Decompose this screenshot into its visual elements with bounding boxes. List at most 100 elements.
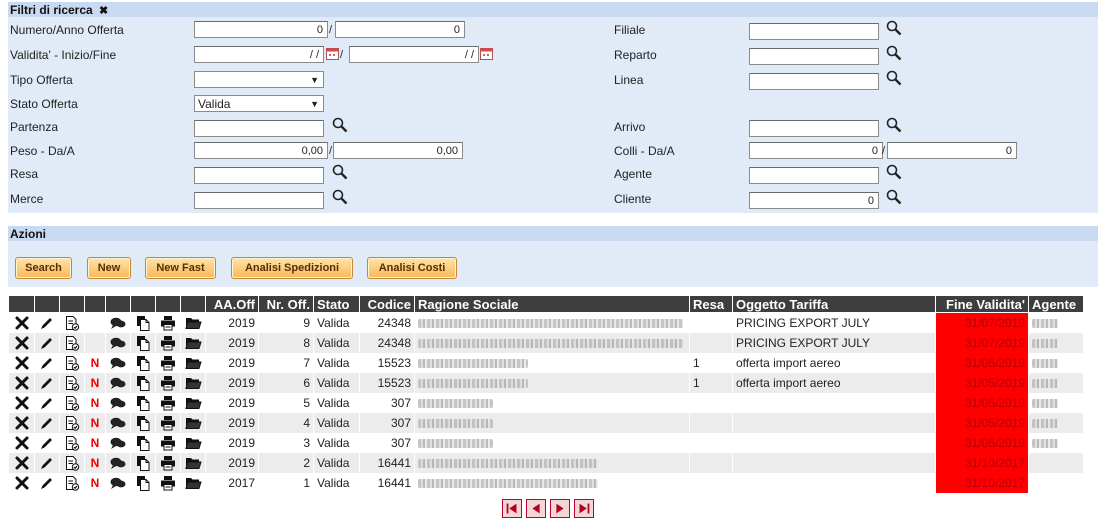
header-resa[interactable]: Resa (689, 295, 733, 313)
header-ragione-sociale[interactable]: Ragione Sociale (414, 295, 690, 313)
delete-icon[interactable] (14, 415, 30, 431)
document-check-icon[interactable] (64, 335, 80, 351)
numero-input[interactable]: 0 (194, 21, 328, 38)
folder-cell[interactable] (180, 332, 206, 353)
calendar-icon[interactable] (480, 47, 493, 60)
search-icon[interactable] (332, 117, 348, 133)
print-cell[interactable] (155, 472, 181, 493)
comments-cell[interactable] (105, 392, 131, 413)
document-check-icon[interactable] (64, 375, 80, 391)
edit-pencil-cell[interactable] (34, 452, 60, 473)
copy-icon[interactable] (135, 335, 151, 351)
print-cell[interactable] (155, 432, 181, 453)
colli-from-input[interactable]: 0 (749, 142, 883, 159)
print-cell[interactable] (155, 412, 181, 433)
document-check-cell[interactable] (59, 372, 85, 393)
folder-cell[interactable] (180, 432, 206, 453)
document-check-cell[interactable] (59, 312, 85, 333)
delete-cell[interactable] (8, 332, 35, 353)
copy-icon[interactable] (135, 355, 151, 371)
edit-pencil-cell[interactable] (34, 472, 60, 493)
delete-icon[interactable] (14, 475, 30, 491)
folder-cell[interactable] (180, 372, 206, 393)
document-check-cell[interactable] (59, 392, 85, 413)
edit-pencil-icon[interactable] (39, 455, 55, 471)
copy-cell[interactable] (130, 332, 156, 353)
document-check-icon[interactable] (64, 435, 80, 451)
copy-cell[interactable] (130, 372, 156, 393)
copy-cell[interactable] (130, 412, 156, 433)
copy-icon[interactable] (135, 415, 151, 431)
table-row[interactable]: N 2019 3 Valida 307 31/05/2019 (8, 432, 1084, 453)
comments-cell[interactable] (105, 332, 131, 353)
delete-cell[interactable] (8, 312, 35, 333)
comments-cell[interactable] (105, 312, 131, 333)
document-check-cell[interactable] (59, 472, 85, 493)
comments-icon[interactable] (109, 456, 127, 470)
table-row[interactable]: 2019 9 Valida 24348 PRICING EXPORT JULY 31/07… (8, 312, 1084, 333)
analisi-spedizioni-button[interactable]: Analisi Spedizioni (231, 257, 353, 279)
document-check-cell[interactable] (59, 412, 85, 433)
copy-icon[interactable] (135, 475, 151, 491)
new-fast-button[interactable]: New Fast (145, 257, 216, 279)
table-row[interactable]: N 2019 5 Valida 307 31/05/2019 (8, 392, 1084, 413)
comments-cell[interactable] (105, 412, 131, 433)
comments-cell[interactable] (105, 352, 131, 373)
delete-cell[interactable] (8, 432, 35, 453)
next-page-icon[interactable] (550, 499, 570, 518)
print-cell[interactable] (155, 312, 181, 333)
edit-pencil-icon[interactable] (39, 395, 55, 411)
folder-cell[interactable] (180, 312, 206, 333)
linea-input[interactable] (749, 73, 879, 90)
comments-icon[interactable] (109, 416, 127, 430)
header-oggetto-tariffa[interactable]: Oggetto Tariffa (732, 295, 936, 313)
comments-icon[interactable] (109, 396, 127, 410)
edit-pencil-icon[interactable] (39, 375, 55, 391)
print-icon[interactable] (160, 335, 176, 351)
colli-to-input[interactable]: 0 (887, 142, 1017, 159)
header-codice[interactable]: Codice (359, 295, 415, 313)
folder-icon[interactable] (184, 336, 202, 350)
edit-pencil-cell[interactable] (34, 412, 60, 433)
search-icon[interactable] (332, 164, 348, 180)
print-icon[interactable] (160, 355, 176, 371)
document-check-cell[interactable] (59, 352, 85, 373)
copy-cell[interactable] (130, 352, 156, 373)
cliente-input[interactable]: 0 (749, 192, 879, 209)
delete-cell[interactable] (8, 452, 35, 473)
table-row[interactable]: N 2017 1 Valida 16441 31/10/2017 (8, 472, 1084, 493)
edit-pencil-icon[interactable] (39, 435, 55, 451)
copy-cell[interactable] (130, 452, 156, 473)
edit-pencil-cell[interactable] (34, 352, 60, 373)
print-icon[interactable] (160, 375, 176, 391)
delete-cell[interactable] (8, 412, 35, 433)
analisi-costi-button[interactable]: Analisi Costi (367, 257, 457, 279)
edit-pencil-cell[interactable] (34, 372, 60, 393)
last-page-icon[interactable] (574, 499, 594, 518)
table-row[interactable]: N 2019 2 Valida 16441 31/10/2017 (8, 452, 1084, 473)
document-check-cell[interactable] (59, 332, 85, 353)
print-icon[interactable] (160, 475, 176, 491)
print-cell[interactable] (155, 352, 181, 373)
peso-from-input[interactable]: 0,00 (194, 142, 328, 159)
comments-cell[interactable] (105, 452, 131, 473)
folder-icon[interactable] (184, 376, 202, 390)
comments-icon[interactable] (109, 336, 127, 350)
folder-icon[interactable] (184, 456, 202, 470)
search-icon[interactable] (886, 45, 902, 61)
search-icon[interactable] (886, 70, 902, 86)
merce-input[interactable] (194, 192, 324, 209)
agente-input[interactable] (749, 167, 879, 184)
delete-icon[interactable] (14, 395, 30, 411)
delete-cell[interactable] (8, 352, 35, 373)
comments-icon[interactable] (109, 316, 127, 330)
delete-icon[interactable] (14, 335, 30, 351)
resa-input[interactable] (194, 167, 324, 184)
copy-icon[interactable] (135, 315, 151, 331)
table-row[interactable]: N 2019 4 Valida 307 31/05/2019 (8, 412, 1084, 433)
comments-cell[interactable] (105, 432, 131, 453)
edit-pencil-icon[interactable] (39, 475, 55, 491)
comments-icon[interactable] (109, 476, 127, 490)
copy-cell[interactable] (130, 472, 156, 493)
folder-cell[interactable] (180, 472, 206, 493)
